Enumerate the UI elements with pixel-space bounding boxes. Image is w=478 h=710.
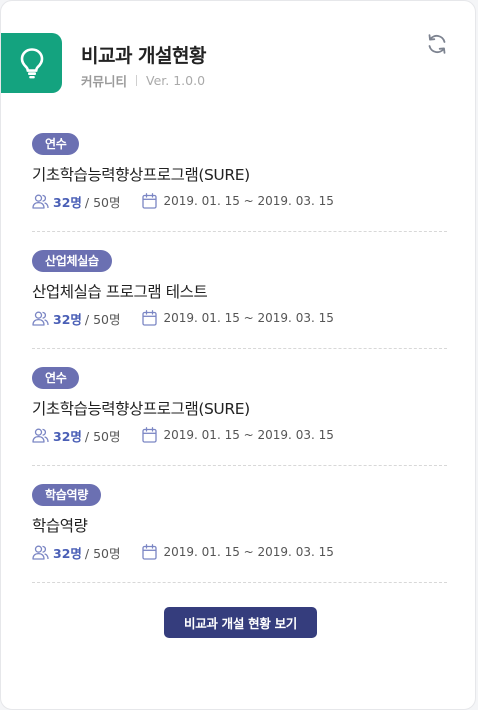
widget-card: 비교과 개설현황 커뮤니티 Ver. 1.0.0 연수 기초학습능력향상프로그램… [0, 0, 476, 710]
program-item[interactable]: 산업체실습 산업체실습 프로그램 테스트 32명 / 50명 2019. 01.… [32, 250, 447, 349]
version-label: Ver. 1.0.0 [146, 73, 206, 88]
enrolled-count: 32명 [53, 194, 82, 210]
program-item[interactable]: 학습역량 학습역량 32명 / 50명 2019. 01. 15 ~ 2019.… [32, 484, 447, 583]
enrolled-count: 32명 [53, 428, 82, 444]
calendar-icon [141, 193, 157, 209]
lightbulb-icon [20, 48, 43, 79]
program-item[interactable]: 연수 기초학습능력향상프로그램(SURE) 32명 / 50명 2019. 01… [32, 133, 447, 232]
people-icon [32, 311, 49, 326]
people-icon [32, 545, 49, 560]
program-type-badge: 산업체실습 [32, 250, 112, 272]
view-all-button[interactable]: 비교과 개설 현황 보기 [164, 607, 317, 638]
capacity-total: / 50명 [84, 311, 121, 327]
program-period: 2019. 01. 15 ~ 2019. 03. 15 [163, 194, 334, 208]
program-name[interactable]: 산업체실습 프로그램 테스트 [32, 280, 208, 302]
program-meta: 32명 / 50명 2019. 01. 15 ~ 2019. 03. 15 [32, 309, 334, 327]
calendar-icon [141, 427, 157, 443]
program-name[interactable]: 학습역량 [32, 514, 88, 536]
app-icon-tile [1, 33, 62, 93]
people-icon [32, 428, 49, 443]
enrolled-count: 32명 [53, 311, 82, 327]
people-icon [32, 194, 49, 209]
program-name[interactable]: 기초학습능력향상프로그램(SURE) [32, 163, 250, 185]
subtitle-divider [136, 75, 138, 86]
program-type-badge: 학습역량 [32, 484, 101, 506]
program-type-badge: 연수 [32, 367, 80, 389]
calendar-icon [141, 544, 157, 560]
enrolled-count: 32명 [53, 545, 82, 561]
program-meta: 32명 / 50명 2019. 01. 15 ~ 2019. 03. 15 [32, 543, 334, 561]
program-name[interactable]: 기초학습능력향상프로그램(SURE) [32, 397, 250, 419]
capacity-total: / 50명 [84, 545, 121, 561]
category-label: 커뮤니티 [81, 74, 128, 89]
refresh-icon[interactable] [425, 32, 449, 56]
program-period: 2019. 01. 15 ~ 2019. 03. 15 [163, 311, 334, 325]
capacity-total: / 50명 [84, 194, 121, 210]
program-list: 연수 기초학습능력향상프로그램(SURE) 32명 / 50명 2019. 01… [32, 133, 447, 601]
calendar-icon [141, 310, 157, 326]
program-period: 2019. 01. 15 ~ 2019. 03. 15 [163, 428, 334, 442]
widget-subtitle: 커뮤니티 Ver. 1.0.0 [81, 71, 205, 90]
program-item[interactable]: 연수 기초학습능력향상프로그램(SURE) 32명 / 50명 2019. 01… [32, 367, 447, 466]
widget-title: 비교과 개설현황 [81, 45, 206, 67]
capacity-total: / 50명 [84, 428, 121, 444]
program-type-badge: 연수 [32, 133, 80, 155]
program-period: 2019. 01. 15 ~ 2019. 03. 15 [163, 545, 334, 559]
program-meta: 32명 / 50명 2019. 01. 15 ~ 2019. 03. 15 [32, 192, 334, 210]
program-meta: 32명 / 50명 2019. 01. 15 ~ 2019. 03. 15 [32, 426, 334, 444]
